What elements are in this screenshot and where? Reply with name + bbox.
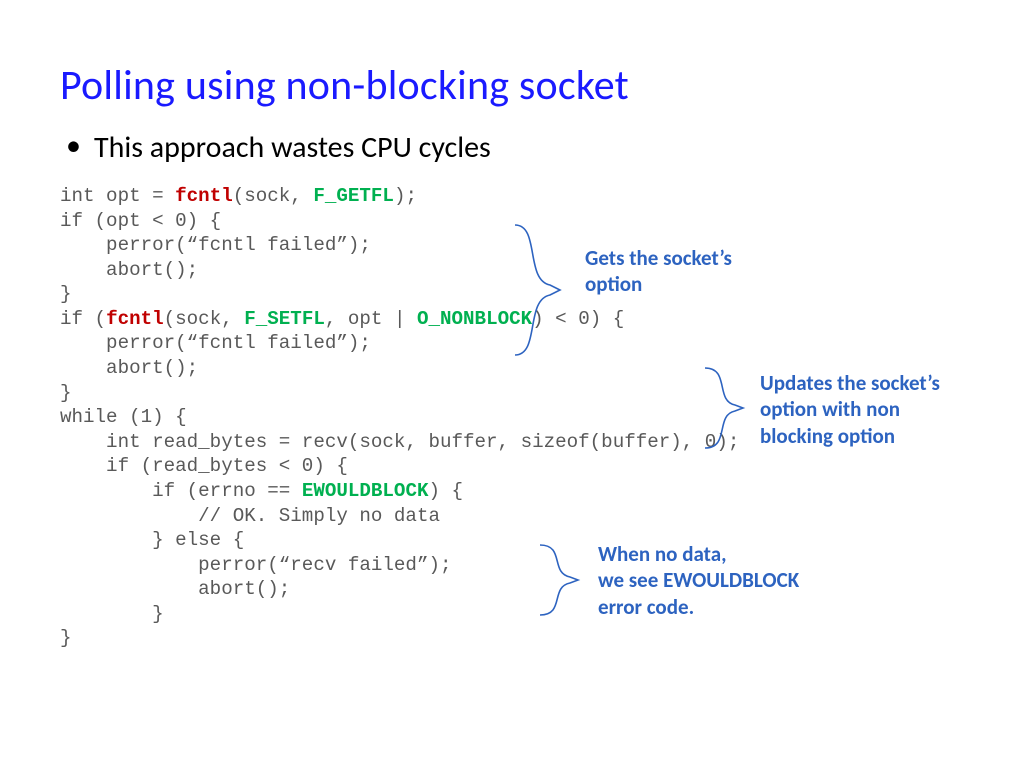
code-line: int read_bytes = recv(sock, buffer, size… <box>60 431 739 453</box>
keyword-fsetfl: F_SETFL <box>244 308 325 330</box>
code-line: // OK. Simply no data <box>60 505 440 527</box>
keyword-fcntl: fcntl <box>106 308 164 330</box>
code-line: abort(); <box>60 578 290 600</box>
annotation-get-option: Gets the socket’s option <box>585 245 732 298</box>
code-line: } <box>60 627 72 649</box>
keyword-fcntl: fcntl <box>175 185 233 207</box>
keyword-fgetfl: F_GETFL <box>313 185 394 207</box>
code-line: } <box>60 603 164 625</box>
code-line: perror(“fcntl failed”); <box>60 332 371 354</box>
code-line: abort(); <box>60 357 198 379</box>
code-line: abort(); <box>60 259 198 281</box>
code-line: if (opt < 0) { <box>60 210 221 232</box>
code-line: } else { <box>60 529 244 551</box>
brace-icon <box>500 220 570 360</box>
code-line: if (errno == EWOULDBLOCK) { <box>60 480 463 502</box>
annotation-ewouldblock: When no data, we see EWOULDBLOCK error c… <box>598 541 799 620</box>
slide: Polling using non-blocking socket This a… <box>0 0 1024 768</box>
slide-title: Polling using non-blocking socket <box>60 60 964 111</box>
brace-icon <box>695 363 750 453</box>
keyword-ewouldblock: EWOULDBLOCK <box>302 480 429 502</box>
code-line: if (read_bytes < 0) { <box>60 455 348 477</box>
code-line: int opt = fcntl(sock, F_GETFL); <box>60 185 417 207</box>
annotation-set-option: Updates the socket’s option with non blo… <box>760 370 940 449</box>
code-line: while (1) { <box>60 406 187 428</box>
code-line: perror(“fcntl failed”); <box>60 234 371 256</box>
bullet-cpu-waste: This approach wastes CPU cycles <box>60 129 964 166</box>
code-line: } <box>60 283 72 305</box>
code-line: } <box>60 382 72 404</box>
code-line: perror(“recv failed”); <box>60 554 452 576</box>
brace-icon <box>530 540 585 620</box>
